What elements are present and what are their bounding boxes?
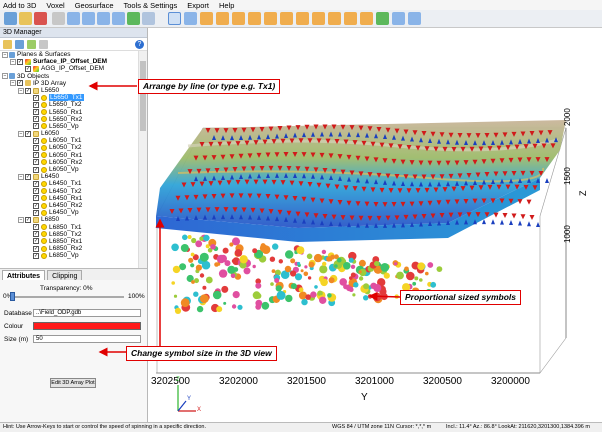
callout-proportional: Proportional sized symbols xyxy=(400,290,521,305)
status-bar: Hint: Use Arrow-Keys to start or control… xyxy=(0,422,602,432)
callout-arrange: Arrange by line (or type e.g. Tx1) xyxy=(138,79,281,94)
callout-change-size: Change symbol size in the 3D view xyxy=(126,346,277,361)
status-look: Incl.: 11.4° Az.: 86.8° LookAt: 211620,3… xyxy=(446,424,590,430)
status-cursor: Cursor: *,*,* m xyxy=(396,424,432,430)
callout-arrows xyxy=(88,81,401,357)
status-crs: WGS 84 / UTM zone 11N xyxy=(332,424,394,430)
status-hint: Hint: Use Arrow-Keys to start or control… xyxy=(3,424,206,430)
